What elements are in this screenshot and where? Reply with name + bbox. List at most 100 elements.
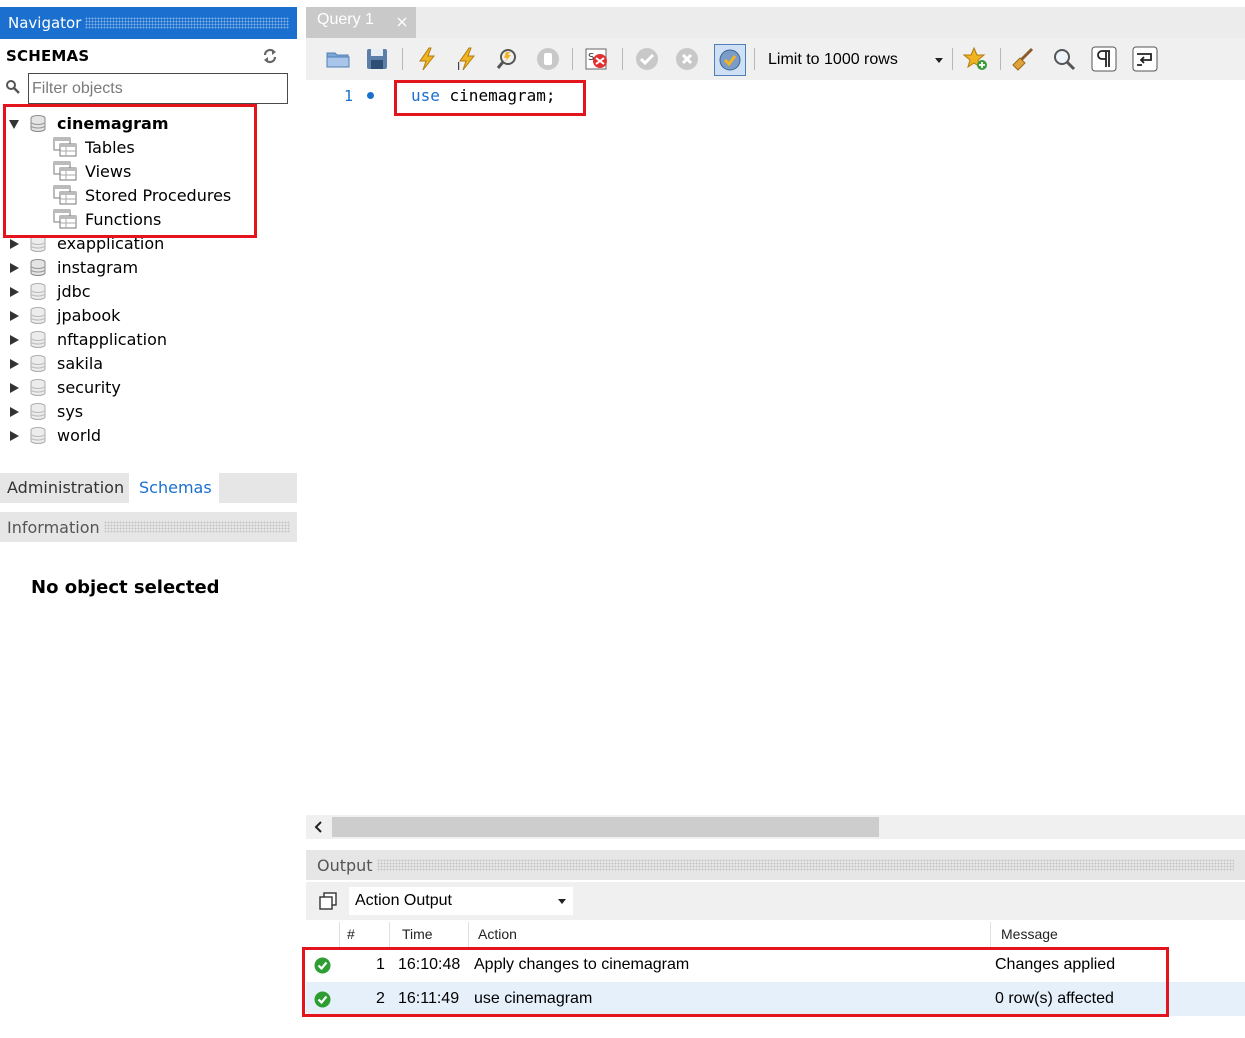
schema-node-cinemagram[interactable]: cinemagram (0, 112, 297, 136)
scrollbar-thumb[interactable] (332, 817, 879, 837)
database-icon (30, 283, 46, 300)
stop-hand-icon[interactable] (535, 46, 561, 72)
folder-table-icon (53, 137, 77, 157)
navigator-header: Navigator (0, 7, 297, 39)
column-header-message[interactable]: Message (1001, 926, 1058, 942)
expand-right-icon[interactable] (8, 334, 20, 346)
close-icon[interactable] (394, 14, 410, 30)
expand-right-icon[interactable] (8, 238, 20, 250)
cell-action: use cinemagram (474, 990, 593, 1007)
database-icon (30, 259, 46, 276)
schema-label: jpabook (57, 306, 121, 325)
navigator-panel: Navigator SCHEMAS Filter objects cinemag… (0, 0, 297, 1038)
column-header-num[interactable]: # (347, 926, 355, 942)
schema-node-world[interactable]: world (0, 424, 297, 448)
database-icon (30, 379, 46, 396)
tab-administration[interactable]: Administration (0, 473, 129, 503)
explain-magnifier-icon[interactable] (495, 46, 521, 72)
horizontal-scrollbar[interactable] (306, 815, 1245, 839)
expand-right-icon[interactable] (8, 358, 20, 370)
sql-editor[interactable]: 1 use cinemagram; (306, 80, 1245, 815)
open-file-icon[interactable] (325, 46, 351, 72)
schema-node-sakila[interactable]: sakila (0, 352, 297, 376)
cell-num: 2 (376, 990, 385, 1007)
output-title: Output (317, 855, 373, 875)
schema-node-jdbc[interactable]: jdbc (0, 280, 297, 304)
commit-check-icon[interactable] (634, 46, 660, 72)
cell-message: Changes applied (995, 956, 1116, 973)
cell-time: 16:10:48 (398, 956, 461, 973)
filter-objects-input[interactable] (28, 73, 288, 104)
folder-table-icon (53, 185, 77, 205)
tab-query-1[interactable]: Query 1 (306, 7, 416, 38)
copy-icon[interactable] (318, 891, 338, 911)
schema-label: cinemagram (57, 114, 169, 133)
editor-area: Query 1 I S Limit to 1000 rows 1 use cin… (306, 0, 1245, 1038)
information-header: Information (0, 512, 297, 542)
refresh-icon[interactable] (261, 47, 279, 65)
schema-node-sys[interactable]: sys (0, 400, 297, 424)
expand-right-icon[interactable] (8, 310, 20, 322)
find-magnifier-icon[interactable] (1051, 46, 1077, 72)
limit-rows-select[interactable]: Limit to 1000 rows (766, 47, 946, 72)
beautify-brush-icon[interactable] (1010, 46, 1036, 72)
schema-child-views[interactable]: Views (0, 160, 297, 184)
rollback-x-icon[interactable] (674, 46, 700, 72)
schema-node-exapplication[interactable]: exapplication (0, 232, 297, 256)
schema-label: nftapplication (57, 330, 168, 349)
tree-item-label: Tables (85, 138, 135, 157)
schema-label: sakila (57, 354, 104, 373)
header-grip (85, 17, 289, 29)
expand-right-icon[interactable] (8, 262, 20, 274)
cell-num: 1 (376, 956, 385, 973)
success-check-icon (314, 991, 331, 1008)
column-header-time[interactable]: Time (402, 926, 433, 942)
expand-right-icon[interactable] (8, 286, 20, 298)
schema-node-instagram[interactable]: instagram (0, 256, 297, 280)
column-divider (339, 922, 340, 948)
table-row[interactable]: 2 16:11:49 use cinemagram 0 row(s) affec… (306, 982, 1245, 1016)
output-mode-select[interactable]: Action Output (349, 887, 573, 915)
schema-child-stored-procedures[interactable]: Stored Procedures (0, 184, 297, 208)
stop-on-error-icon[interactable]: S (584, 46, 610, 72)
expand-right-icon[interactable] (8, 430, 20, 442)
add-snippet-star-icon[interactable] (963, 46, 989, 72)
chevron-down-icon (935, 57, 943, 63)
execute-current-icon[interactable]: I (454, 46, 480, 72)
invisible-characters-icon[interactable] (1091, 46, 1117, 72)
column-divider (468, 922, 469, 948)
database-icon (30, 115, 46, 132)
scroll-left-arrow-icon[interactable] (312, 820, 326, 834)
schema-node-security[interactable]: security (0, 376, 297, 400)
code-line[interactable]: use cinemagram; (411, 86, 556, 105)
schema-node-jpabook[interactable]: jpabook (0, 304, 297, 328)
expand-right-icon[interactable] (8, 382, 20, 394)
save-icon[interactable] (364, 46, 390, 72)
column-header-action[interactable]: Action (478, 926, 517, 942)
table-row[interactable]: 1 16:10:48 Apply changes to cinemagram C… (306, 948, 1245, 982)
svg-text:I: I (457, 60, 460, 72)
database-icon (30, 331, 46, 348)
tab-schemas[interactable]: Schemas (129, 473, 219, 503)
grid-header: # Time Action Message (306, 922, 1245, 948)
query-toolbar: I S Limit to 1000 rows (306, 38, 1245, 80)
schema-child-tables[interactable]: Tables (0, 136, 297, 160)
output-header: Output (306, 850, 1245, 880)
filter-row (0, 73, 297, 105)
output-toolbar: Action Output (306, 882, 1245, 920)
expand-right-icon[interactable] (8, 406, 20, 418)
autocommit-toggle-icon[interactable] (714, 44, 746, 76)
toolbar-separator (952, 48, 953, 70)
schema-label: security (57, 378, 121, 397)
cell-message: 0 row(s) affected (995, 990, 1114, 1007)
schema-label: world (57, 426, 102, 445)
word-wrap-icon[interactable] (1132, 46, 1158, 72)
schema-child-functions[interactable]: Functions (0, 208, 297, 232)
schema-node-nftapplication[interactable]: nftapplication (0, 328, 297, 352)
expand-down-icon[interactable] (8, 118, 20, 130)
statement-marker-icon (367, 92, 374, 99)
editor-tabstrip: Query 1 (306, 7, 1245, 38)
limit-rows-label: Limit to 1000 rows (768, 50, 898, 68)
execute-lightning-icon[interactable] (414, 46, 440, 72)
folder-table-icon (53, 161, 77, 181)
